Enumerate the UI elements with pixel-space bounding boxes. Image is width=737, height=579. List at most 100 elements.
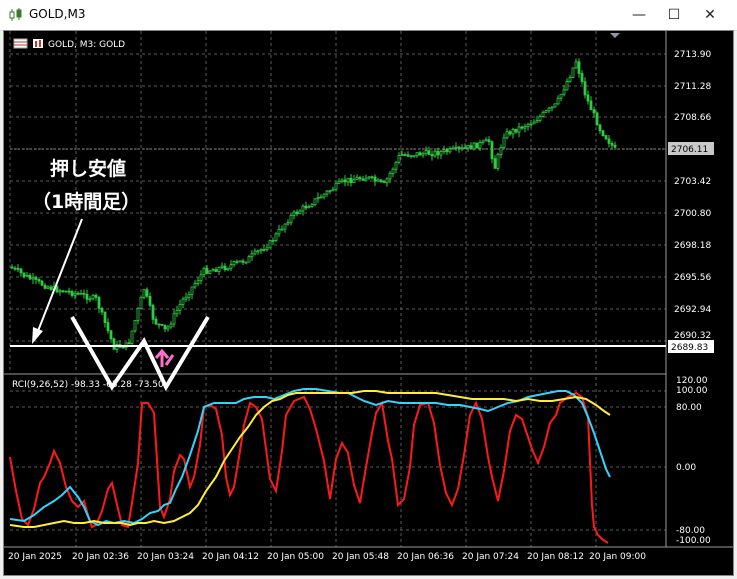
candle-body [532, 121, 536, 125]
candle-body [454, 146, 458, 149]
annotation-label-2: （1時間足） [32, 190, 140, 213]
candle-body [262, 249, 266, 251]
candle-body [145, 289, 149, 297]
candle-body [16, 267, 20, 270]
candle-body [328, 190, 332, 193]
candle-body [424, 150, 428, 155]
indicator-label: RCI(9,26,52) -98.33 -63.28 -73.50 [12, 380, 164, 390]
candle-body [397, 155, 401, 163]
price-tick: 2698.18 [674, 241, 711, 251]
candle-body [202, 267, 206, 276]
maximize-button[interactable]: ☐ [656, 0, 692, 30]
price-tick: 2692.94 [674, 305, 711, 315]
candle-body [547, 107, 551, 112]
minimize-button[interactable]: — [621, 0, 657, 30]
time-tick: 20 Jan 05:48 [332, 552, 389, 562]
candle-body [502, 137, 506, 148]
candle-body [148, 295, 152, 306]
price-tick: 2695.56 [674, 273, 711, 283]
candle-body [193, 283, 197, 288]
candle-body [583, 81, 587, 96]
bars-icon [33, 39, 43, 48]
candle-body [601, 130, 605, 136]
candle-body [55, 286, 59, 293]
candle-body [535, 120, 539, 123]
candle-body [13, 267, 17, 270]
candle-body [436, 150, 440, 156]
candle-body [28, 274, 32, 280]
candle-body [316, 196, 320, 200]
candle-body [313, 198, 317, 206]
candle-body [388, 173, 392, 180]
candle-body [58, 290, 62, 293]
time-tick: 20 Jan 07:24 [462, 552, 519, 562]
candle-body [367, 176, 371, 179]
candle-body [157, 323, 161, 326]
chart-window[interactable]: GOLD, M3: GOLD 2706.11 2689.83 2713.90 2… [3, 30, 734, 576]
candle-body [130, 330, 134, 344]
candle-body [259, 249, 263, 252]
candle-body [103, 311, 107, 324]
candle-body [214, 269, 218, 272]
candle-body [268, 240, 272, 249]
candle-body [403, 154, 407, 156]
annotation-label-1: 押し安値 [50, 157, 126, 180]
candle-body [136, 307, 140, 321]
candle-body [67, 290, 71, 293]
candle-body [418, 152, 422, 156]
candle-body [577, 61, 581, 74]
candle-body [514, 128, 518, 133]
candle-body [238, 260, 242, 263]
candle-body [439, 151, 443, 156]
candle-body [511, 128, 515, 135]
price-axis: 2713.90 2711.28 2708.66 2703.42 2700.80 … [674, 50, 711, 341]
candle-body [613, 144, 617, 148]
candle-body [121, 346, 125, 349]
candle-body [190, 286, 194, 295]
candle-body [421, 153, 425, 156]
candle-body [520, 126, 524, 129]
candle-body [151, 304, 155, 320]
candle-body [178, 304, 182, 311]
candle-body [571, 67, 575, 78]
candle-body [466, 145, 470, 149]
candle-body [163, 324, 167, 330]
candle-body [94, 294, 98, 298]
candle-body [22, 272, 26, 277]
candle-body [139, 296, 143, 309]
candle-body [265, 247, 269, 251]
shift-marker-icon[interactable] [610, 33, 620, 38]
candle-body [235, 261, 239, 263]
candle-body [523, 126, 527, 129]
candle-body [70, 291, 74, 296]
candle-body [79, 292, 83, 295]
candle-body [169, 323, 173, 328]
candle-body [223, 265, 227, 271]
candle-body [379, 179, 383, 182]
candle-body [400, 154, 404, 156]
candle-body [595, 112, 599, 126]
candle-body [556, 97, 560, 105]
candle-body [541, 111, 545, 117]
candle-body [478, 142, 482, 149]
candle-body [562, 89, 566, 95]
candle-body [355, 177, 359, 180]
candle-body [394, 161, 398, 170]
time-tick: 20 Jan 2025 [8, 552, 62, 562]
candle-body [91, 294, 95, 300]
candle-body [166, 326, 170, 330]
candle-body [337, 180, 341, 184]
close-button[interactable]: ✕ [692, 0, 728, 30]
candle-body [574, 61, 578, 69]
candle-body [82, 292, 86, 295]
candle-body [25, 274, 29, 277]
candle-body [112, 338, 116, 350]
candle-body [472, 142, 476, 150]
candle-body [343, 179, 347, 183]
indicator-tick: 100.00 [676, 386, 708, 396]
candle-body [277, 228, 281, 235]
w-pattern-drawing[interactable] [70, 315, 210, 392]
candle-body [199, 274, 203, 282]
candle-body [73, 292, 77, 296]
current-price-label: 2706.11 [671, 145, 708, 155]
